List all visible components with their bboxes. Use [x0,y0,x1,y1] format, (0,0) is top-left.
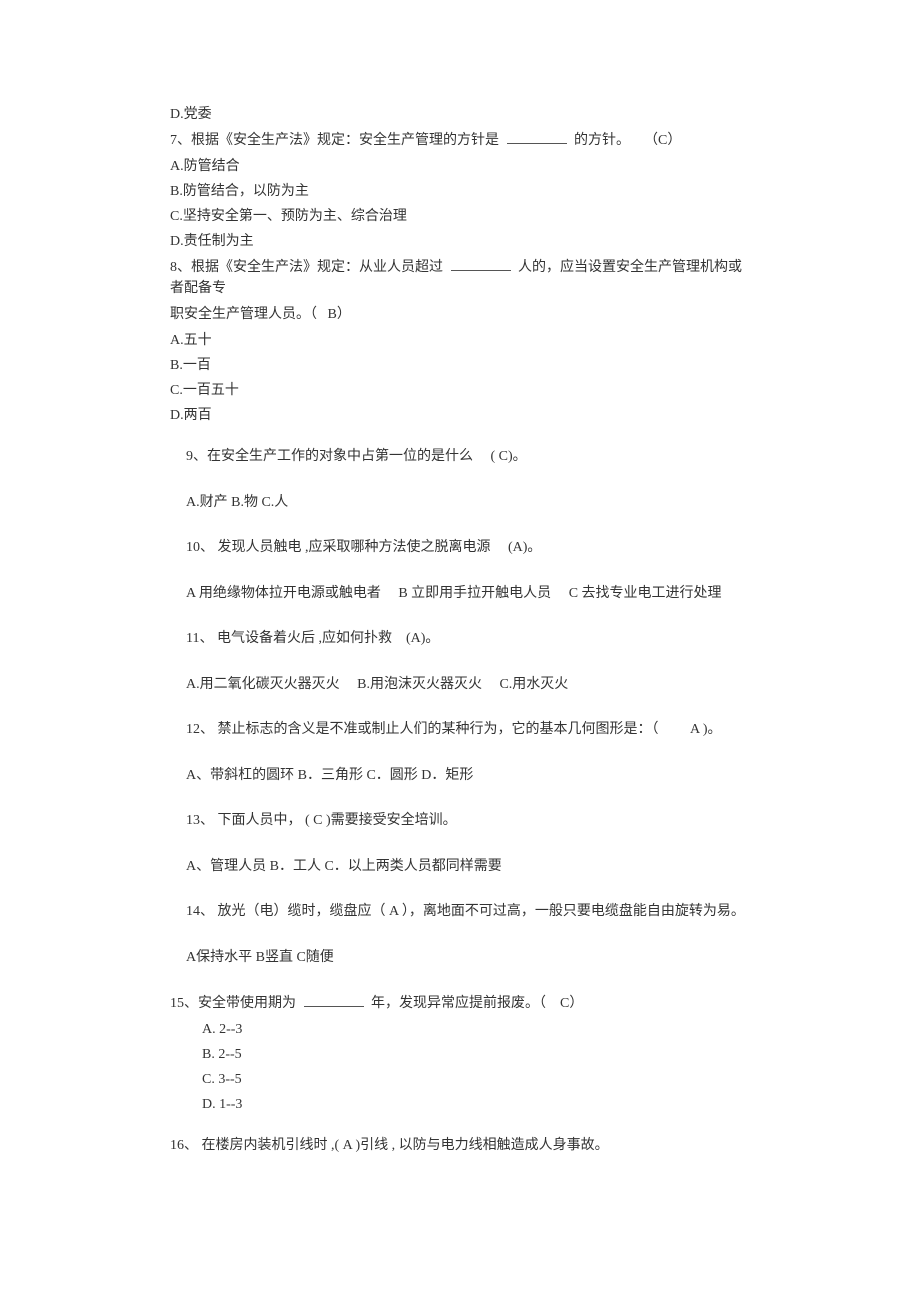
q7-stem: 7、根据《安全生产法》规定：安全生产管理的方针是 的方针。 （C） [170,129,750,152]
q8-stem-c: 职安全生产管理人员。（ [170,307,317,322]
option-text: B.防管结合，以防为主 [170,184,309,199]
q13-stem-text: 13、 下面人员中， ( C )需要接受安全培训。 [186,813,457,828]
q10-option-a: A 用绝缘物体拉开电源或触电者 [186,586,381,601]
option-text: A.五十 [170,333,212,348]
option-text: B. 2--5 [202,1047,242,1062]
q8-option-d: D.两百 [170,405,750,426]
q10-option-c: C 去找专业电工进行处理 [569,586,722,601]
q11-options: A.用二氧化碳灭火器灭火 B.用泡沫灭火器灭火 C.用水灭火 [186,674,750,695]
q8-option-c: C.一百五十 [170,380,750,401]
q15-answer: C） [560,996,583,1011]
q11-stem: 11、 电气设备着火后 ,应如何扑救 (A)。 [186,628,750,650]
q10-answer: (A)。 [508,540,541,555]
q15-option-b: B. 2--5 [202,1044,750,1065]
option-text: A、管理人员 B．工人 C．以上两类人员都同样需要 [186,859,502,874]
q9-options: A.财产 B.物 C.人 [186,492,750,513]
q8-stem-line2: 职安全生产管理人员。（ B） [170,304,750,326]
q15-option-c: C. 3--5 [202,1069,750,1090]
q7-answer: （C） [644,133,681,148]
q8-answer: B） [328,307,351,322]
q16-stem: 16、 在楼房内装机引线时 ,( A )引线 , 以防与电力线相触造成人身事故。 [170,1135,750,1157]
q14-stem-text: 14、 放光（电）缆时，缆盘应（ A ），离地面不可过高，一般只要电缆盘能自由旋… [186,904,745,919]
q15-stem-b: 年，发现异常应提前报废。（ [371,996,546,1011]
q8-option-a: A.五十 [170,330,750,351]
option-text: C.一百五十 [170,383,239,398]
q12-stem-text: 12、 禁止标志的含义是不准或制止人们的某种行为，它的基本几何图形是：（ [186,722,659,737]
q7-option-a: A.防管结合 [170,156,750,177]
q11-option-c: C.用水灭火 [499,677,568,692]
option-text: D.两百 [170,408,212,423]
option-text: C.坚持安全第一、预防为主、综合治理 [170,209,407,224]
q9-stem-text: 9、在安全生产工作的对象中占第一位的是什么 [186,449,473,464]
q9-answer: ( C)。 [491,449,527,464]
q10-options: A 用绝缘物体拉开电源或触电者 B 立即用手拉开触电人员 C 去找专业电工进行处… [186,583,750,604]
q15-stem: 15、安全带使用期为 年，发现异常应提前报废。（ C） [170,992,750,1015]
q7-option-b: B.防管结合，以防为主 [170,181,750,202]
q6-option-d: D.党委 [170,104,750,125]
q15-option-d: D. 1--3 [202,1094,750,1115]
q11-option-a: A.用二氧化碳灭火器灭火 [186,677,340,692]
q11-stem-text: 11、 电气设备着火后 ,应如何扑救 [186,631,392,646]
q7-blank [507,129,567,144]
q7-option-d: D.责任制为主 [170,231,750,252]
q10-option-b: B 立即用手拉开触电人员 [398,586,551,601]
option-text: D.党委 [170,107,212,122]
q8-stem-line1: 8、根据《安全生产法》规定：从业人员超过 人的，应当设置安全生产管理机构或者配备… [170,256,750,300]
q7-stem-a: 7、根据《安全生产法》规定：安全生产管理的方针是 [170,133,499,148]
option-text: A.防管结合 [170,159,240,174]
q11-answer: (A)。 [406,631,439,646]
q7-stem-b: 的方针。 [574,133,630,148]
q15-blank [304,992,364,1007]
option-text: A、带斜杠的圆环 B．三角形 C．圆形 D．矩形 [186,768,473,783]
option-text: A.财产 B.物 C.人 [186,495,288,510]
q13-stem: 13、 下面人员中， ( C )需要接受安全培训。 [186,810,750,832]
q10-stem-text: 10、 发现人员触电 ,应采取哪种方法使之脱离电源 [186,540,491,555]
q12-answer: A )。 [690,722,722,737]
q15-option-a: A. 2--3 [202,1019,750,1040]
q13-options: A、管理人员 B．工人 C．以上两类人员都同样需要 [186,856,750,877]
q12-options: A、带斜杠的圆环 B．三角形 C．圆形 D．矩形 [186,765,750,786]
q16-stem-text: 16、 在楼房内装机引线时 ,( A )引线 , 以防与电力线相触造成人身事故。 [170,1138,609,1153]
option-text: D.责任制为主 [170,234,254,249]
option-text: C. 3--5 [202,1072,242,1087]
q7-option-c: C.坚持安全第一、预防为主、综合治理 [170,206,750,227]
q14-stem: 14、 放光（电）缆时，缆盘应（ A ），离地面不可过高，一般只要电缆盘能自由旋… [186,901,750,923]
q11-option-b: B.用泡沫灭火器灭火 [357,677,482,692]
q15-stem-a: 15、安全带使用期为 [170,996,296,1011]
option-text: B.一百 [170,358,211,373]
option-text: A. 2--3 [202,1022,242,1037]
option-text: A保持水平 B竖直 C随便 [186,950,334,965]
q9-stem: 9、在安全生产工作的对象中占第一位的是什么 ( C)。 [186,446,750,468]
q12-stem: 12、 禁止标志的含义是不准或制止人们的某种行为，它的基本几何图形是：（ A )… [186,719,750,741]
q8-blank [451,256,511,271]
q8-option-b: B.一百 [170,355,750,376]
q8-stem-a: 8、根据《安全生产法》规定：从业人员超过 [170,260,443,275]
option-text: D. 1--3 [202,1097,242,1112]
q14-options: A保持水平 B竖直 C随便 [186,947,750,968]
q10-stem: 10、 发现人员触电 ,应采取哪种方法使之脱离电源 (A)。 [186,537,750,559]
document-page: D.党委 7、根据《安全生产法》规定：安全生产管理的方针是 的方针。 （C） A… [0,0,920,1201]
